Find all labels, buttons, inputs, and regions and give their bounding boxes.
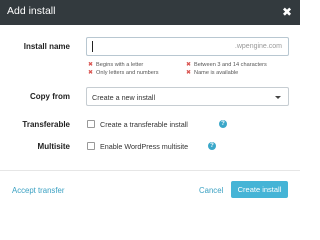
install-name-input[interactable]: .wpengine.com [86,37,289,56]
error-x-icon: ✖ [88,70,94,76]
copy-from-selected: Create a new install [92,93,156,102]
add-install-dialog: Add install ✖ Install name .wpengine.com… [0,0,300,213]
validation-rule: ✖ Between 3 and 14 characters [186,62,267,68]
multisite-label: Multisite [37,142,70,151]
text-cursor [92,41,93,52]
copy-from-select[interactable]: Create a new install [86,87,289,106]
error-x-icon: ✖ [186,62,192,68]
install-name-label: Install name [23,42,70,51]
domain-suffix: .wpengine.com [234,43,282,50]
accept-transfer-link[interactable]: Accept transfer [12,186,64,195]
transferable-checkbox-label[interactable]: Create a transferable install [100,120,188,129]
close-icon[interactable]: ✖ [279,4,295,20]
chevron-down-icon [275,96,281,99]
error-x-icon: ✖ [88,62,94,68]
multisite-checkbox-label[interactable]: Enable WordPress multisite [100,142,188,151]
cancel-button[interactable]: Cancel [199,186,223,195]
error-x-icon: ✖ [186,70,192,76]
dialog-title: Add install [7,5,56,17]
copy-from-label: Copy from [30,92,70,101]
create-install-button[interactable]: Create install [231,181,288,198]
help-icon[interactable]: ? [208,142,216,150]
multisite-checkbox[interactable] [87,142,95,150]
validation-rule: ✖ Only letters and numbers [88,70,159,76]
validation-rule: ✖ Name is available [186,70,239,76]
transferable-label: Transferable [22,120,70,129]
help-icon[interactable]: ? [219,120,227,128]
transferable-checkbox[interactable] [87,120,95,128]
validation-rule: ✖ Begins with a letter [88,62,144,68]
footer-divider [0,170,300,171]
dialog-titlebar: Add install ✖ [0,0,300,25]
